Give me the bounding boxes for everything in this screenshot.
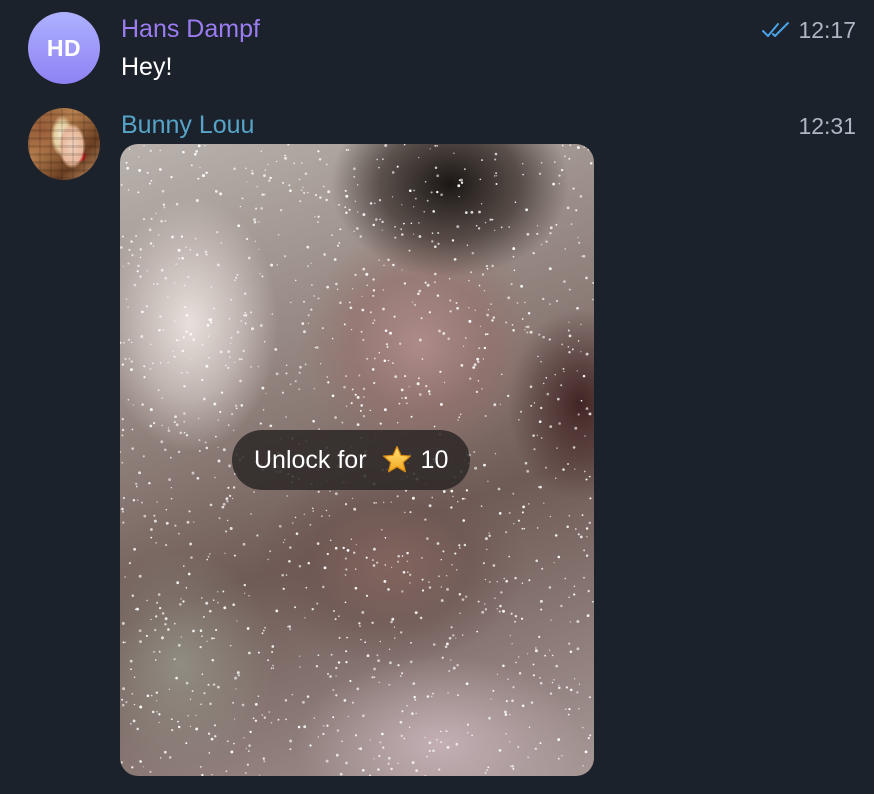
message-hans: HD Hans Dampf Hey! 12:17: [0, 12, 874, 90]
sender-name[interactable]: Hans Dampf: [121, 14, 260, 44]
avatar-hans[interactable]: HD: [28, 12, 100, 84]
avatar-initials: HD: [46, 34, 82, 61]
paid-media[interactable]: Unlock for 10: [120, 144, 594, 776]
message-meta: 12:31: [798, 112, 856, 140]
message-time: 12:17: [798, 17, 856, 43]
unlock-button[interactable]: Unlock for 10: [232, 430, 471, 490]
star-icon: [382, 445, 411, 473]
unlock-price: 10: [420, 446, 449, 474]
message-time: 12:31: [798, 113, 856, 139]
chat-history: HD Hans Dampf Hey! 12:17 Bunny Louu 12:3…: [0, 0, 874, 794]
message-bunny: Bunny Louu 12:31 Unlock for 10: [0, 108, 874, 788]
unlock-label: Unlock for: [254, 446, 367, 474]
message-meta: 12:17: [762, 16, 856, 44]
message-text: Hey!: [121, 53, 173, 81]
avatar-bunny[interactable]: [28, 108, 100, 180]
double-check-icon: [762, 22, 790, 37]
sender-name[interactable]: Bunny Louu: [121, 110, 254, 140]
